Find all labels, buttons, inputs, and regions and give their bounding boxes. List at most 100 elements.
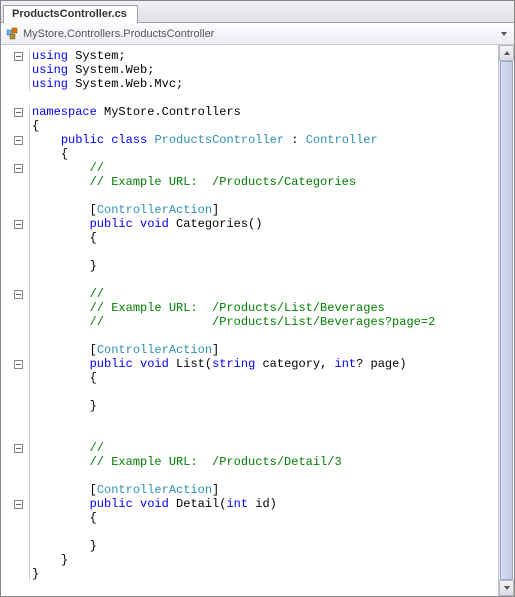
gutter-line	[1, 399, 25, 413]
gutter-line	[1, 301, 25, 315]
gutter-line	[1, 553, 25, 567]
code-line[interactable]	[29, 329, 498, 343]
gutter-line	[1, 343, 25, 357]
code-line[interactable]: namespace MyStore.Controllers	[29, 105, 498, 119]
code-line[interactable]: //	[29, 161, 498, 175]
outline-gutter	[1, 45, 25, 596]
chevron-down-icon[interactable]	[498, 28, 510, 40]
gutter-line	[1, 525, 25, 539]
scroll-down-button[interactable]	[499, 580, 514, 596]
code-line[interactable]	[29, 91, 498, 105]
gutter-line	[1, 371, 25, 385]
code-line[interactable]: using System;	[29, 49, 498, 63]
gutter-line	[1, 49, 25, 63]
gutter-line	[1, 427, 25, 441]
breadcrumb-path: MyStore.Controllers.ProductsController	[23, 28, 498, 40]
outline-collapse-icon[interactable]	[14, 500, 23, 509]
code-line[interactable]: public void List(string category, int? p…	[29, 357, 498, 371]
gutter-line	[1, 497, 25, 511]
gutter-line	[1, 133, 25, 147]
gutter-line	[1, 455, 25, 469]
code-line[interactable]: [ControllerAction]	[29, 343, 498, 357]
code-line[interactable]: // Example URL: /Products/Categories	[29, 175, 498, 189]
code-line[interactable]: public void Detail(int id)	[29, 497, 498, 511]
code-line[interactable]: [ControllerAction]	[29, 203, 498, 217]
gutter-line	[1, 413, 25, 427]
code-line[interactable]	[29, 525, 498, 539]
gutter-line	[1, 329, 25, 343]
code-line[interactable]: using System.Web;	[29, 63, 498, 77]
gutter-line	[1, 273, 25, 287]
outline-collapse-icon[interactable]	[14, 360, 23, 369]
outline-collapse-icon[interactable]	[14, 290, 23, 299]
code-line[interactable]: using System.Web.Mvc;	[29, 77, 498, 91]
gutter-line	[1, 231, 25, 245]
gutter-line	[1, 287, 25, 301]
outline-collapse-icon[interactable]	[14, 52, 23, 61]
code-line[interactable]: {	[29, 119, 498, 133]
scrollbar-thumb[interactable]	[500, 61, 513, 580]
gutter-line	[1, 203, 25, 217]
gutter-line	[1, 469, 25, 483]
code-line[interactable]: // Example URL: /Products/List/Beverages	[29, 301, 498, 315]
code-line[interactable]	[29, 385, 498, 399]
breadcrumb-bar[interactable]: MyStore.Controllers.ProductsController	[1, 23, 514, 45]
class-icon	[5, 27, 19, 41]
code-line[interactable]: //	[29, 287, 498, 301]
code-line[interactable]: public class ProductsController : Contro…	[29, 133, 498, 147]
code-line[interactable]: [ControllerAction]	[29, 483, 498, 497]
gutter-line	[1, 259, 25, 273]
gutter-line	[1, 189, 25, 203]
gutter-line	[1, 245, 25, 259]
editor-area: using System;using System.Web;using Syst…	[1, 45, 514, 596]
gutter-line	[1, 539, 25, 553]
gutter-line	[1, 91, 25, 105]
gutter-line	[1, 175, 25, 189]
outline-collapse-icon[interactable]	[14, 220, 23, 229]
outline-collapse-icon[interactable]	[14, 164, 23, 173]
gutter-line	[1, 217, 25, 231]
gutter-line	[1, 567, 25, 581]
code-line[interactable]: }	[29, 259, 498, 273]
code-line[interactable]: }	[29, 399, 498, 413]
code-line[interactable]	[29, 469, 498, 483]
code-line[interactable]: {	[29, 147, 498, 161]
gutter-line	[1, 511, 25, 525]
code-line[interactable]	[29, 273, 498, 287]
vertical-scrollbar[interactable]	[498, 45, 514, 596]
gutter-line	[1, 385, 25, 399]
code-line[interactable]: }	[29, 539, 498, 553]
gutter-line	[1, 63, 25, 77]
gutter-line	[1, 119, 25, 133]
tab-label: ProductsController.cs	[12, 8, 127, 20]
gutter-line	[1, 441, 25, 455]
scroll-up-button[interactable]	[499, 45, 514, 61]
code-line[interactable]: {	[29, 231, 498, 245]
code-editor[interactable]: using System;using System.Web;using Syst…	[25, 45, 498, 596]
tab-bar: ProductsController.cs	[1, 1, 514, 23]
gutter-line	[1, 105, 25, 119]
code-line[interactable]: //	[29, 441, 498, 455]
code-line[interactable]	[29, 413, 498, 427]
code-line[interactable]: // /Products/List/Beverages?page=2	[29, 315, 498, 329]
gutter-line	[1, 357, 25, 371]
outline-collapse-icon[interactable]	[14, 444, 23, 453]
code-line[interactable]	[29, 245, 498, 259]
file-tab[interactable]: ProductsController.cs	[3, 5, 138, 23]
scrollbar-track[interactable]	[499, 61, 514, 580]
code-line[interactable]: {	[29, 371, 498, 385]
gutter-line	[1, 147, 25, 161]
outline-collapse-icon[interactable]	[14, 108, 23, 117]
gutter-line	[1, 315, 25, 329]
gutter-line	[1, 483, 25, 497]
outline-collapse-icon[interactable]	[14, 136, 23, 145]
code-line[interactable]	[29, 427, 498, 441]
code-line[interactable]: // Example URL: /Products/Detail/3	[29, 455, 498, 469]
code-line[interactable]	[29, 189, 498, 203]
code-line[interactable]: }	[29, 567, 498, 581]
gutter-line	[1, 161, 25, 175]
code-line[interactable]: public void Categories()	[29, 217, 498, 231]
code-line[interactable]: }	[29, 553, 498, 567]
gutter-line	[1, 77, 25, 91]
code-line[interactable]: {	[29, 511, 498, 525]
